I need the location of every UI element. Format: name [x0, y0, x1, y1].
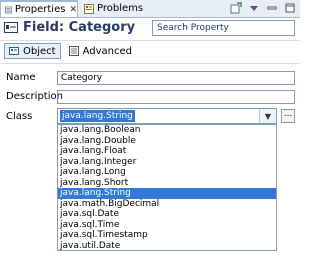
maximize-icon[interactable] [284, 2, 296, 14]
dropdown-option[interactable]: java.sql.Timestamp [58, 230, 276, 241]
advanced-icon [68, 46, 79, 56]
dropdown-option[interactable]: java.lang.Long [58, 167, 276, 178]
tab-properties[interactable]: Properties ✕ [0, 0, 78, 17]
subtab-bar: Object Advanced [4, 43, 136, 61]
dropdown-option[interactable]: java.lang.Double [58, 136, 276, 147]
chevron-down-icon[interactable]: ▼ [259, 109, 276, 123]
dropdown-option[interactable]: java.lang.Float [58, 146, 276, 157]
minimize-icon[interactable] [266, 2, 278, 14]
search-property-input[interactable]: Search Property [152, 20, 295, 36]
divider [0, 63, 300, 64]
pin-view-icon[interactable] [230, 2, 242, 14]
close-icon[interactable]: ✕ [69, 5, 77, 15]
dropdown-option[interactable]: java.math.BigDecimal [58, 199, 276, 210]
tab-object-label: Object [23, 45, 56, 57]
view-menu-icon[interactable] [248, 2, 260, 14]
problems-icon [84, 3, 94, 14]
tab-properties-label: Properties [14, 4, 66, 15]
description-label: Description [6, 91, 63, 102]
properties-header: Field: Category Search Property [0, 18, 300, 41]
page-title-text: Field: Category [23, 20, 136, 35]
class-label: Class [6, 111, 33, 122]
name-label: Name [6, 72, 36, 83]
dropdown-option[interactable]: java.lang.Boolean [58, 125, 276, 136]
dropdown-option[interactable]: java.sql.Time [58, 220, 276, 231]
tab-advanced[interactable]: Advanced [65, 43, 136, 59]
dropdown-option[interactable]: java.util.Date [58, 241, 276, 252]
field-icon [4, 22, 18, 33]
class-combo-value: java.lang.String [60, 110, 135, 122]
object-icon [9, 47, 19, 55]
view-tab-bar: Properties ✕ Problems [0, 0, 300, 18]
properties-icon [5, 6, 12, 13]
view-toolbar [230, 2, 296, 14]
tab-object[interactable]: Object [4, 43, 61, 59]
browse-class-button[interactable]: ... [281, 109, 295, 123]
tab-problems[interactable]: Problems [80, 0, 143, 17]
tab-advanced-label: Advanced [82, 45, 132, 57]
dropdown-option[interactable]: java.sql.Date [58, 209, 276, 220]
dropdown-option[interactable]: java.lang.String [58, 188, 276, 199]
description-field[interactable] [57, 90, 295, 104]
dropdown-option[interactable]: java.lang.Short [58, 178, 276, 189]
class-dropdown-list: java.lang.Boolean java.lang.Double java.la… [57, 124, 277, 251]
class-combo[interactable]: java.lang.String ▼ [57, 108, 277, 124]
tab-problems-label: Problems [97, 3, 144, 14]
dropdown-option[interactable]: java.lang.Integer [58, 157, 276, 168]
name-field[interactable]: Category [57, 71, 295, 85]
page-title: Field: Category [4, 20, 135, 35]
